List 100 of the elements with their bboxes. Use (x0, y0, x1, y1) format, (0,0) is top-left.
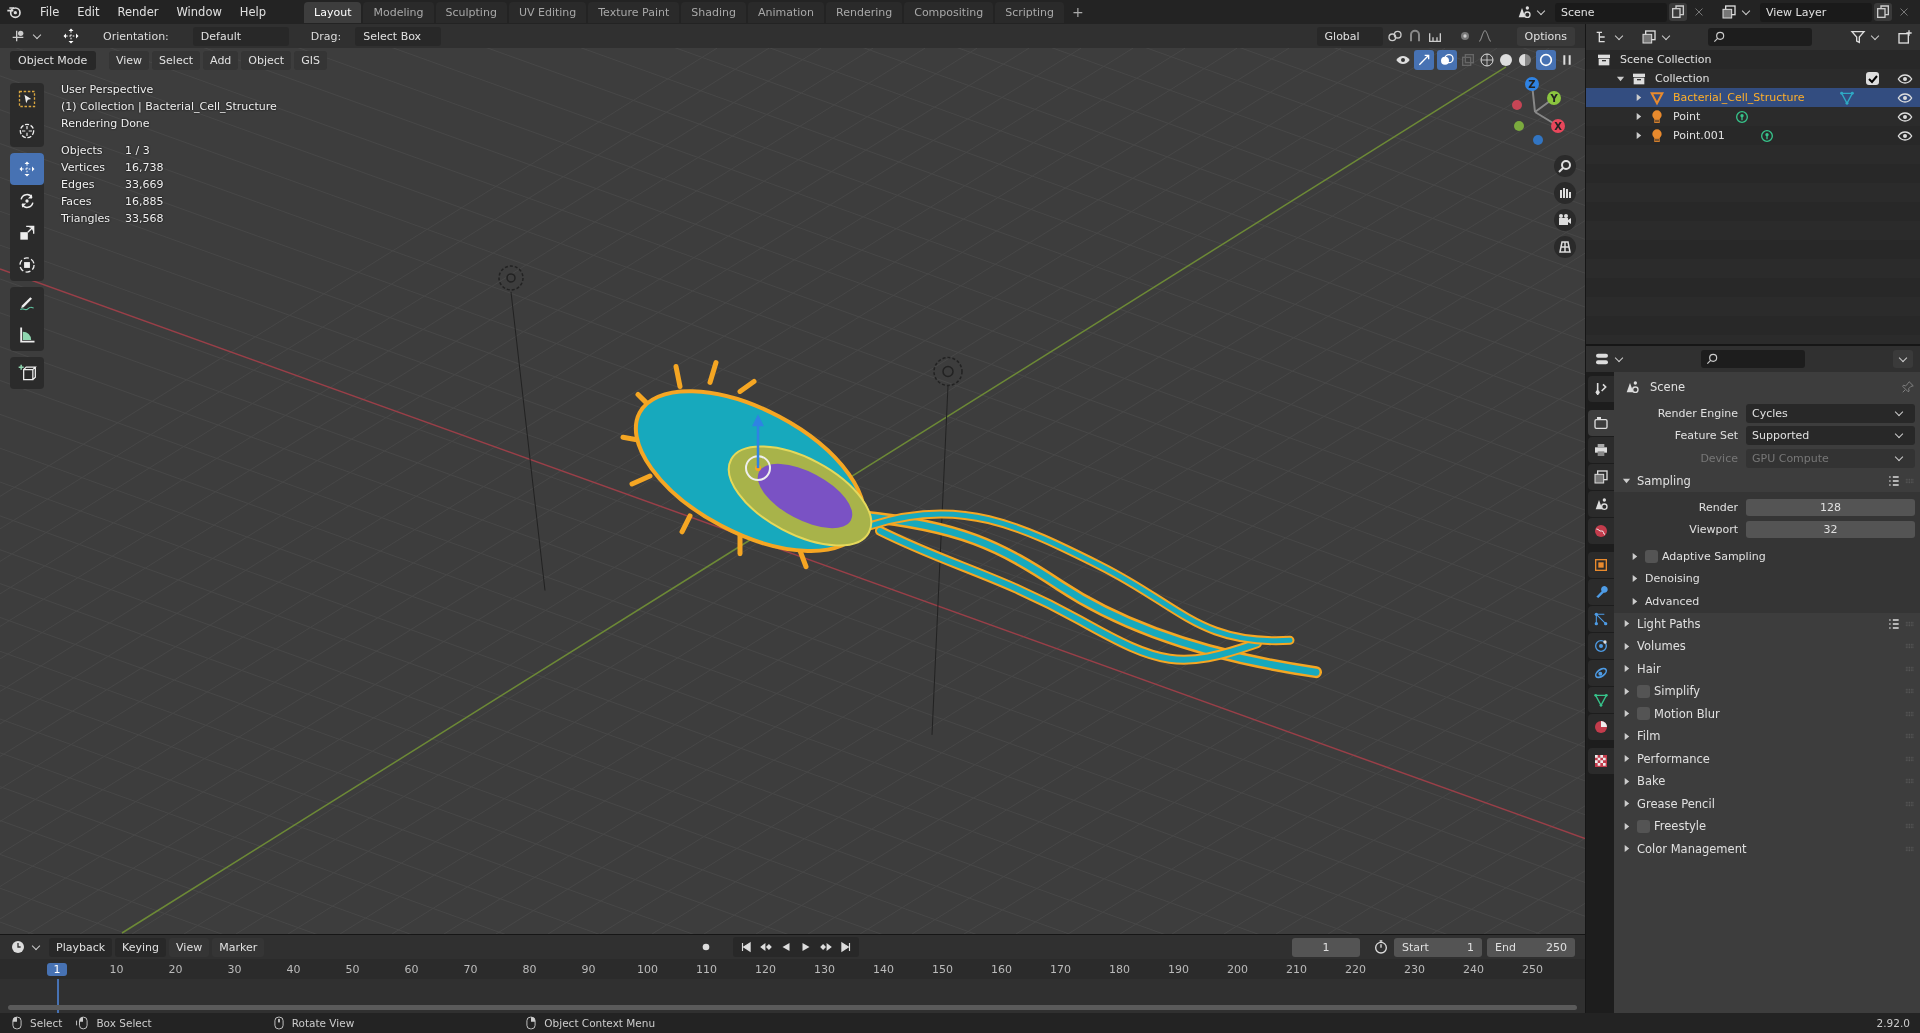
expand-arrow-icon[interactable] (1622, 776, 1631, 786)
image-stack-icon[interactable] (1641, 29, 1657, 45)
workspace-tab[interactable]: Rendering (826, 1, 903, 23)
playhead-frame[interactable]: 1 (47, 962, 67, 976)
expand-arrow-icon[interactable] (1622, 754, 1631, 764)
expand-arrow-icon[interactable] (1616, 74, 1625, 83)
stopwatch-icon[interactable] (1373, 939, 1389, 955)
panel-header[interactable]: Freestyle (1654, 819, 1706, 834)
viewport-menu[interactable]: View (109, 50, 150, 70)
view-layer-selector[interactable]: View Layer (1760, 2, 1872, 22)
jump-end-icon[interactable] (838, 940, 853, 954)
properties-tab[interactable] (1588, 552, 1614, 578)
expand-arrow-icon[interactable] (1622, 821, 1631, 831)
solid-sphere-icon[interactable] (1498, 52, 1514, 68)
falloff-curve-icon[interactable] (1476, 28, 1493, 44)
workspace-tab[interactable]: Animation (747, 1, 825, 23)
rendered-sphere-icon[interactable] (1536, 50, 1556, 70)
search-field[interactable] (1701, 350, 1805, 368)
gizmo-icon[interactable] (1414, 50, 1434, 70)
options-dropdown[interactable]: Options (1516, 26, 1575, 46)
image-stack-icon[interactable] (1721, 4, 1737, 20)
checkbox[interactable] (1645, 549, 1658, 563)
filter-icon[interactable] (1850, 29, 1866, 45)
properties-tab[interactable] (1588, 410, 1614, 436)
viewport-menu[interactable]: Add (203, 50, 239, 70)
transform-orientation-dropdown[interactable]: Global (1316, 26, 1383, 46)
start-frame-field[interactable]: Start 1 (1394, 937, 1482, 957)
grid-icon[interactable] (1553, 235, 1577, 259)
expand-arrow-icon[interactable] (1634, 131, 1643, 140)
properties-tab[interactable] (1588, 660, 1614, 686)
outliner-item[interactable]: Scene Collection (1620, 53, 1712, 66)
menu-item[interactable]: Window (168, 5, 230, 19)
mode-dropdown[interactable]: Object Mode (10, 50, 96, 70)
workspace-tab[interactable]: Sculpting (435, 1, 507, 23)
add-workspace-button[interactable]: + (1066, 4, 1090, 20)
workspace-tab[interactable]: Modeling (363, 1, 434, 23)
workspace-tab[interactable]: Texture Paint (588, 1, 680, 23)
preset-list-icon[interactable] (1887, 616, 1901, 631)
axis-gizmo[interactable]: Z Y X (1500, 70, 1570, 150)
number-field[interactable]: 128 (1746, 498, 1915, 516)
viewport-menu[interactable]: Select (152, 50, 201, 70)
subpanel-header[interactable]: Denoising (1645, 572, 1700, 586)
dropdown[interactable]: Cycles (1746, 403, 1915, 423)
properties-tab[interactable] (1588, 579, 1614, 605)
timeline-menu[interactable]: Playback (49, 937, 113, 957)
expand-arrow-icon[interactable] (1622, 641, 1631, 651)
number-field[interactable]: 32 (1746, 521, 1915, 539)
panel-header[interactable]: Volumes (1637, 639, 1686, 654)
outliner-item[interactable]: Collection (1655, 72, 1710, 85)
new-collection-icon[interactable] (1897, 29, 1913, 45)
properties-tab[interactable] (1588, 748, 1614, 774)
workspace-tab[interactable]: Compositing (904, 1, 994, 23)
panel-header[interactable]: Simplify (1654, 684, 1701, 699)
zoom-icon[interactable] (1553, 154, 1577, 178)
link-icon[interactable] (1386, 28, 1403, 44)
timeline-menu[interactable]: Marker (212, 937, 265, 957)
wireframe-sphere-icon[interactable] (1479, 52, 1495, 68)
panel-header[interactable]: Performance (1637, 751, 1710, 766)
expand-arrow-icon[interactable] (1622, 476, 1631, 486)
panel-header[interactable]: Grease Pencil (1637, 796, 1715, 811)
panel-header[interactable]: Sampling (1637, 473, 1691, 488)
workspace-tab[interactable]: Scripting (995, 1, 1065, 23)
expand-arrow-icon[interactable] (1622, 664, 1631, 674)
four-arrows-icon[interactable] (61, 26, 81, 46)
subpanel-header[interactable]: Adaptive Sampling (1662, 549, 1766, 563)
close-icon[interactable] (1898, 6, 1910, 18)
properties-tab[interactable] (1588, 687, 1614, 713)
subpanel-header[interactable]: Advanced (1645, 594, 1700, 608)
scrollbar[interactable] (8, 1005, 1577, 1010)
viewport-menu[interactable]: Object (241, 50, 292, 70)
orientation-dropdown[interactable]: Default (192, 26, 289, 46)
expand-arrow-icon[interactable] (1622, 709, 1631, 719)
scene-selector[interactable]: Scene (1555, 2, 1667, 22)
expand-arrow-icon[interactable] (1634, 112, 1643, 121)
clock-icon[interactable] (10, 939, 26, 955)
shapes-icon[interactable] (1516, 4, 1532, 20)
workspace-tab[interactable]: UV Editing (508, 1, 587, 23)
properties-tab[interactable] (1588, 491, 1614, 517)
transform-pivot-icon[interactable] (10, 28, 26, 44)
properties-tab[interactable] (1588, 376, 1614, 402)
expand-arrow-icon[interactable] (1630, 596, 1639, 606)
properties-tab[interactable] (1588, 437, 1614, 463)
timeline-menu[interactable]: View (169, 937, 210, 957)
expand-arrow-icon[interactable] (1622, 799, 1631, 809)
current-frame-field[interactable]: 1 (1292, 937, 1360, 957)
expand-arrow-icon[interactable] (1634, 93, 1643, 102)
overlay-circles-icon[interactable] (1437, 50, 1457, 70)
panel-header[interactable]: Color Management (1637, 841, 1747, 856)
expand-arrow-icon[interactable] (1630, 551, 1639, 561)
outliner-item[interactable]: Point (1673, 110, 1701, 123)
expand-arrow-icon[interactable] (1622, 844, 1631, 854)
menu-item[interactable]: Edit (69, 5, 108, 19)
checkbox[interactable] (1866, 72, 1879, 85)
camera-icon[interactable] (1553, 208, 1577, 232)
expand-arrow-icon[interactable] (1630, 574, 1639, 584)
expand-arrow-icon[interactable] (1622, 731, 1631, 741)
editor-type-icon[interactable] (1594, 351, 1610, 367)
expand-arrow-icon[interactable] (1622, 619, 1631, 629)
drag-dropdown[interactable]: Select Box (355, 26, 442, 46)
viewport-menu[interactable]: GIS (294, 50, 327, 70)
